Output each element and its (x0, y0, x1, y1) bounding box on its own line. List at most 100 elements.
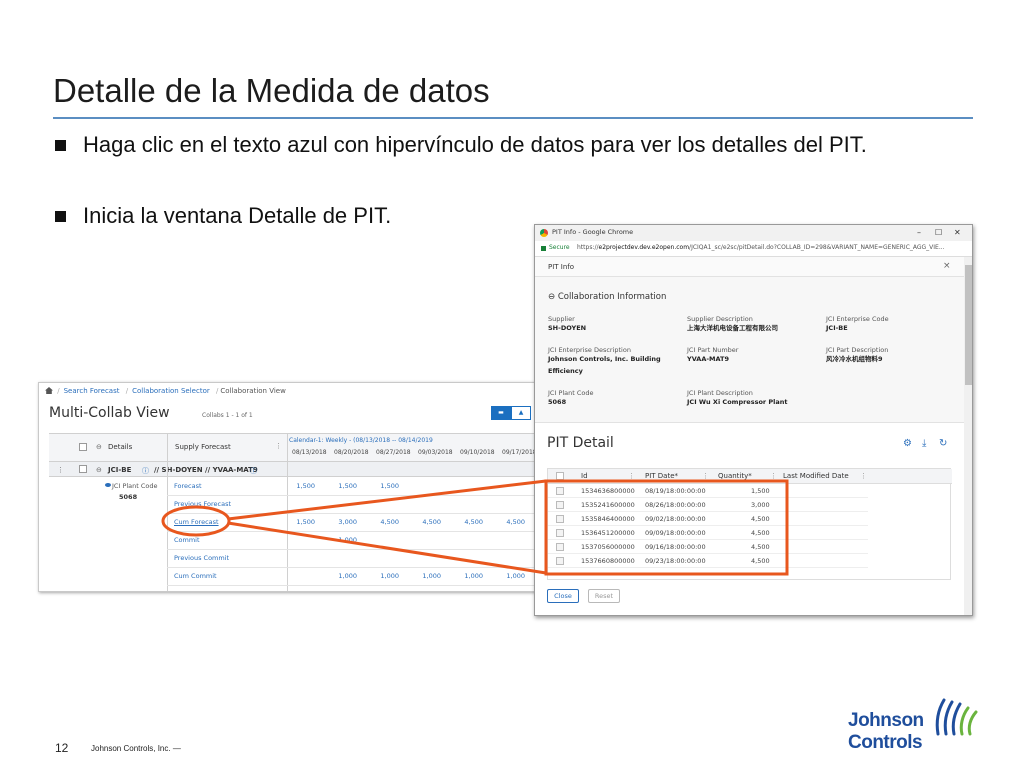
column-menu-icon[interactable]: ⋮ (702, 472, 709, 480)
scrollbar[interactable] (964, 257, 972, 615)
row-label[interactable]: Commit (174, 536, 200, 544)
cell-value[interactable]: 1,000 (411, 572, 441, 580)
table-row[interactable]: 1535241600000 08/26/18:00:00:00 3,000 (548, 498, 868, 512)
column-menu-icon[interactable]: ⋮ (770, 472, 777, 480)
table-row[interactable]: 1537660800000 09/23/18:00:00:00 4,500 (548, 554, 868, 568)
table-row[interactable]: 1534636800000 08/19/18:00:00:00 1,500 (548, 484, 868, 498)
eye-icon[interactable] (105, 483, 111, 487)
grid-view-button[interactable]: ▬ (491, 406, 511, 420)
row-label[interactable]: Forecast (174, 482, 202, 490)
field-value: 上海大洋机电设备工程有限公司 (687, 324, 778, 332)
field-value: 5068 (548, 398, 567, 406)
row-checkbox[interactable] (556, 557, 564, 565)
breadcrumb: / Search Forecast / Collaboration Selector… (45, 387, 286, 395)
page-title: Multi-Collab View (49, 405, 170, 421)
date-header: 08/20/2018 (334, 449, 369, 456)
reset-button[interactable]: Reset (588, 589, 620, 603)
select-all-checkbox[interactable] (556, 472, 564, 480)
cell-value[interactable]: 1,000 (495, 572, 525, 580)
plant-code-label: JCI Plant Code (112, 482, 158, 490)
row-label[interactable]: Previous Forecast (174, 500, 231, 508)
collaboration-info-panel: ⊖ Collaboration Information Supplier SH-… (535, 277, 964, 423)
row-label[interactable]: Cum Commit (174, 572, 217, 580)
cell-value[interactable]: 4,500 (495, 518, 525, 526)
collapse-icon[interactable]: ⊖ (96, 443, 102, 451)
column-menu-icon[interactable]: ⋮ (628, 472, 635, 480)
scrollbar-thumb[interactable] (965, 265, 972, 385)
cell-quantity[interactable]: 3,000 (751, 501, 770, 509)
cell-id: 1537660800000 (581, 557, 635, 565)
column-header-quantity: Quantity* (718, 472, 752, 480)
cell-value[interactable]: 4,500 (411, 518, 441, 526)
bullet-text: Haga clic en el texto azul con hipervínc… (83, 132, 867, 157)
refresh-icon[interactable]: ↻ (939, 438, 947, 449)
collab-grid: ⊖ Details Supply Forecast ⋮ Calendar-1: … (49, 433, 537, 591)
cell-value[interactable]: 1,000 (453, 572, 483, 580)
close-button[interactable]: Close (547, 589, 579, 603)
row-checkbox[interactable] (556, 529, 564, 537)
cell-value[interactable]: 1,500 (327, 482, 357, 490)
field-value: 风冷冷水机组物料9 (826, 355, 883, 363)
cell-value[interactable]: 4,500 (453, 518, 483, 526)
row-checkbox[interactable] (79, 465, 87, 473)
collabs-count: Collabs 1 - 1 of 1 (202, 412, 253, 419)
url-text[interactable]: https://e2projectdev.dev.e2open.com/JCIQ… (577, 244, 945, 251)
window-title: PIT Info - Google Chrome (552, 228, 634, 236)
chart-view-button[interactable]: ▲ (511, 406, 531, 420)
select-all-checkbox[interactable] (79, 443, 87, 451)
table-row[interactable]: 1536451200000 09/09/18:00:00:00 4,500 (548, 526, 868, 540)
multi-collab-screenshot: / Search Forecast / Collaboration Selector… (38, 382, 538, 592)
group-row: ⋮ ⊖ JCI-BE ⓘ // SH-DOYEN // YVAA-MAT9 ⓘ (49, 462, 537, 477)
home-icon[interactable] (45, 387, 53, 394)
row-label[interactable]: Previous Commit (174, 554, 229, 562)
breadcrumb-collaboration-selector[interactable]: Collaboration Selector (132, 387, 210, 395)
row-checkbox[interactable] (556, 543, 564, 551)
bullet-square-icon (55, 140, 66, 151)
cell-value[interactable]: 1,000 (327, 536, 357, 544)
pit-detail-table: Id ⋮ PIT Date* ⋮ Quantity* ⋮ Last Modifi… (547, 468, 952, 580)
collaboration-info-title: ⊖ Collaboration Information (548, 292, 667, 302)
breadcrumb-search-forecast[interactable]: Search Forecast (64, 387, 120, 395)
field-value: SH-DOYEN (548, 324, 587, 332)
row-label[interactable]: Cum Forecast (174, 518, 219, 526)
cell-value[interactable]: 3,000 (327, 518, 357, 526)
field-value: JCI-BE (826, 324, 848, 332)
row-checkbox[interactable] (556, 515, 564, 523)
cell-quantity[interactable]: 1,500 (751, 487, 770, 495)
table-row[interactable]: 1535846400000 09/02/18:00:00:00 4,500 (548, 512, 868, 526)
pit-info-window: PIT Info - Google Chrome – ☐ ✕ Secure ht… (534, 224, 973, 616)
cell-value[interactable]: 1,500 (285, 482, 315, 490)
calendar-header: Calendar-1: Weekly - (08/13/2018 -- 08/1… (289, 437, 433, 444)
maximize-icon[interactable]: ☐ (935, 228, 942, 237)
cell-value[interactable]: 1,500 (285, 518, 315, 526)
cell-quantity[interactable]: 4,500 (751, 515, 770, 523)
download-icon[interactable]: ⤓ (922, 438, 926, 449)
cell-value[interactable]: 4,500 (369, 518, 399, 526)
row-menu-icon[interactable]: ⋮ (57, 466, 64, 474)
info-icon[interactable]: ⓘ (250, 466, 257, 476)
minimize-icon[interactable]: – (917, 228, 921, 237)
cell-quantity[interactable]: 4,500 (751, 543, 770, 551)
breadcrumb-collaboration-view: Collaboration View (220, 387, 286, 395)
collapse-icon[interactable]: ⊖ (96, 466, 102, 474)
column-menu-icon[interactable]: ⋮ (860, 472, 867, 480)
row-divider (167, 549, 537, 550)
cell-value[interactable]: 1,000 (369, 572, 399, 580)
cell-value[interactable]: 1,000 (327, 572, 357, 580)
gear-icon[interactable]: ⚙ (903, 438, 912, 449)
column-menu-icon[interactable]: ⋮ (275, 442, 282, 450)
close-dialog-icon[interactable]: × (943, 261, 951, 271)
cell-quantity[interactable]: 4,500 (751, 529, 770, 537)
row-checkbox[interactable] (556, 501, 564, 509)
table-row[interactable]: 1537056000000 09/16/18:00:00:00 4,500 (548, 540, 868, 554)
johnson-controls-logo: Johnson Controls (848, 696, 978, 756)
close-window-icon[interactable]: ✕ (954, 228, 961, 237)
cell-value[interactable]: 1,500 (369, 482, 399, 490)
lock-icon (541, 246, 546, 251)
cell-quantity[interactable]: 4,500 (751, 557, 770, 565)
info-icon[interactable]: ⓘ (142, 466, 149, 476)
address-bar[interactable]: Secure https://e2projectdev.dev.e2open.c… (535, 241, 972, 257)
logo-swoosh-icon (935, 698, 978, 736)
page-number: 12 (55, 741, 69, 755)
row-checkbox[interactable] (556, 487, 564, 495)
